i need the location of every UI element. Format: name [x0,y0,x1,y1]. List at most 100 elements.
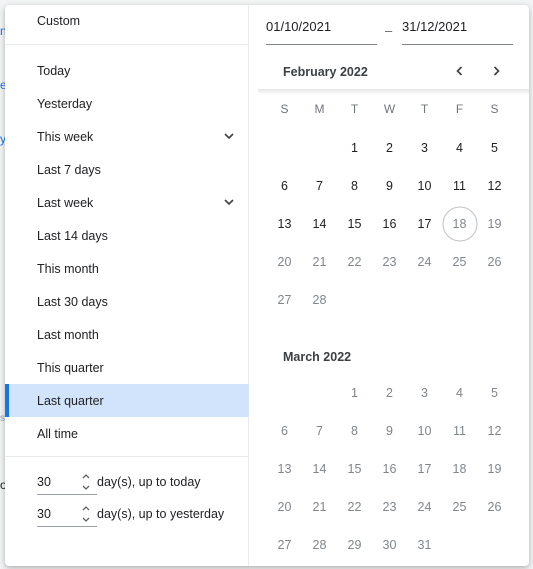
preset-option[interactable]: This week [5,120,249,153]
calendar-day[interactable]: 8 [337,167,372,205]
calendar-day[interactable]: 16 [372,205,407,243]
calendar-day[interactable]: 12 [477,167,512,205]
calendar-day[interactable]: 25 [442,488,477,526]
calendar-day[interactable]: 15 [337,450,372,488]
calendar-day[interactable]: 23 [372,243,407,281]
calendar-day[interactable]: 10 [407,412,442,450]
preset-option[interactable]: Last 30 days [5,285,249,318]
calendar-day[interactable]: 20 [267,243,302,281]
calendar-day[interactable]: 4 [442,129,477,167]
calendar-panel: 01/10/2021 – 31/12/2021 February 2022 S M… [250,5,529,566]
stepper-arrows-icon[interactable] [81,501,91,527]
empty-cell [442,526,477,564]
calendar-day[interactable]: 20 [267,488,302,526]
start-date-value: 01/10/2021 [266,19,332,34]
empty-cell [267,129,302,167]
calendar-day[interactable]: 9 [372,412,407,450]
preset-option[interactable]: Last quarter [5,384,249,417]
calendar-day[interactable]: 29 [337,526,372,564]
calendar-day[interactable]: 21 [302,243,337,281]
calendar-day[interactable]: 17 [407,450,442,488]
calendar-day[interactable]: 27 [267,281,302,319]
calendar-day[interactable]: 4 [442,374,477,412]
weekday-label: T [420,102,429,116]
weekday-header: SMTWTFS [267,90,512,128]
calendar-day[interactable]: 24 [407,488,442,526]
weekday-label: M [314,102,325,116]
calendar-day[interactable]: 7 [302,167,337,205]
days-up-to-today-label: day(s), up to today [97,475,201,489]
empty-cell [477,281,512,319]
empty-cell [302,374,337,412]
calendar-day[interactable]: 17 [407,205,442,243]
calendar-day[interactable]: 2 [372,129,407,167]
calendar-day[interactable]: 23 [372,488,407,526]
calendar-day[interactable]: 22 [337,488,372,526]
calendar-day[interactable]: 1 [337,129,372,167]
end-date-field[interactable]: 31/12/2021 [402,15,513,45]
divider [5,456,249,457]
calendar-day[interactable]: 3 [407,374,442,412]
stepper-arrows-icon[interactable] [81,469,91,495]
preset-option[interactable]: Last 14 days [5,219,249,252]
calendar-day[interactable]: 15 [337,205,372,243]
calendar-day[interactable]: 19 [477,205,512,243]
preset-option[interactable]: Yesterday [5,87,249,120]
calendar-day[interactable]: 26 [477,488,512,526]
calendar-day[interactable]: 18 [442,450,477,488]
custom-option[interactable]: Custom [37,14,80,28]
days-up-to-today-input[interactable]: 30 [37,469,97,495]
preset-option[interactable]: Last month [5,318,249,351]
chevron-down-icon[interactable] [223,196,235,208]
preset-option[interactable]: All time [5,417,249,450]
preset-option[interactable]: This month [5,252,249,285]
calendar-day[interactable]: 5 [477,129,512,167]
calendar-day[interactable]: 9 [372,167,407,205]
calendar-day[interactable]: 2 [372,374,407,412]
preset-option[interactable]: This quarter [5,351,249,384]
preset-option-label: Today [37,63,71,78]
calendar-day[interactable]: 21 [302,488,337,526]
empty-cell [267,374,302,412]
calendar-day[interactable]: 6 [267,412,302,450]
days-up-to-today-row: 30 day(s), up to today [37,469,201,495]
next-month-button[interactable] [484,59,508,83]
calendar-day[interactable]: 8 [337,412,372,450]
calendar-day[interactable]: 28 [302,526,337,564]
chevron-right-icon [493,66,500,76]
calendar-day[interactable]: 3 [407,129,442,167]
calendar-day[interactable]: 31 [407,526,442,564]
weekday-label: S [280,102,289,116]
calendar-day[interactable]: 5 [477,374,512,412]
month-title: March 2022 [283,350,352,364]
calendar-day[interactable]: 19 [477,450,512,488]
calendar-day[interactable]: 14 [302,450,337,488]
days-up-to-yesterday-input[interactable]: 30 [37,501,97,527]
calendar-day[interactable]: 11 [442,167,477,205]
calendar-day[interactable]: 14 [302,205,337,243]
calendar-day[interactable]: 12 [477,412,512,450]
calendar-day[interactable]: 11 [442,412,477,450]
calendar-day[interactable]: 13 [267,205,302,243]
preset-option[interactable]: Last 7 days [5,153,249,186]
calendar-day[interactable]: 28 [302,281,337,319]
calendar-day[interactable]: 16 [372,450,407,488]
calendar-day[interactable]: 13 [267,450,302,488]
preset-option[interactable]: Today [5,54,249,87]
calendar-day[interactable]: 30 [372,526,407,564]
calendar-day[interactable]: 26 [477,243,512,281]
calendar-day[interactable]: 7 [302,412,337,450]
start-date-field[interactable]: 01/10/2021 [266,15,377,45]
calendar-day[interactable]: 24 [407,243,442,281]
calendar-day[interactable]: 10 [407,167,442,205]
calendar-day[interactable]: 22 [337,243,372,281]
weekday-label: S [490,102,499,116]
chevron-down-icon[interactable] [223,130,235,142]
calendar-day-today[interactable]: 18 [442,205,477,243]
calendar-day[interactable]: 6 [267,167,302,205]
calendar-day[interactable]: 1 [337,374,372,412]
preset-option[interactable]: Last week [5,186,249,219]
calendar-day[interactable]: 25 [442,243,477,281]
calendar-day[interactable]: 27 [267,526,302,564]
prev-month-button[interactable] [448,59,472,83]
